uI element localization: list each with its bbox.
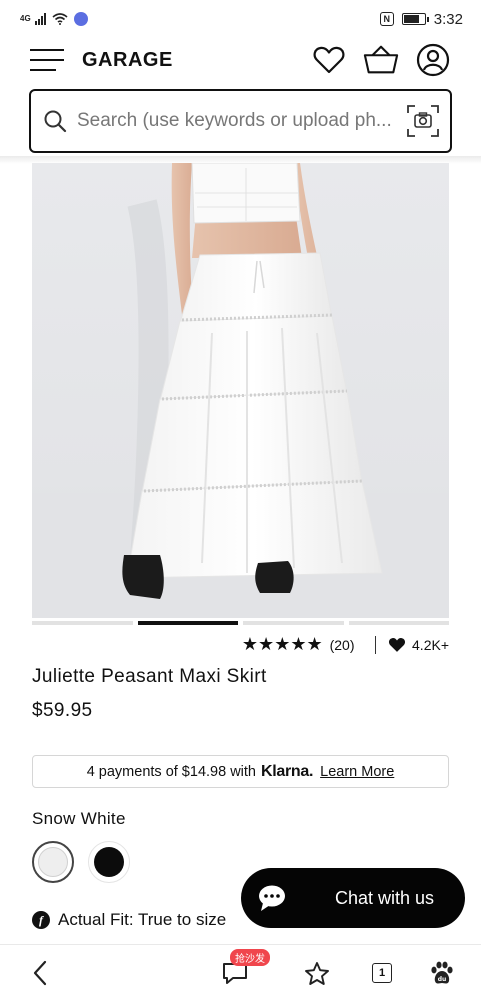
promo-badge: 抢沙发 bbox=[230, 949, 270, 966]
tab-count: 1 bbox=[372, 963, 392, 983]
chat-label: Chat with us bbox=[335, 887, 435, 908]
fit-label: Actual Fit: True to size bbox=[58, 910, 227, 929]
product-image[interactable] bbox=[32, 163, 449, 618]
status-right: N 3:32 bbox=[379, 10, 463, 28]
product-title: Juliette Peasant Maxi Skirt bbox=[32, 666, 267, 687]
klarna-text: 4 payments of $14.98 with bbox=[86, 763, 256, 780]
fit-info-icon: f bbox=[32, 911, 50, 929]
divider bbox=[374, 635, 377, 654]
site-header: GARAGE bbox=[0, 38, 481, 82]
chat-bubble-icon bbox=[257, 883, 287, 913]
comment-icon[interactable]: 抢沙发 bbox=[218, 949, 270, 991]
swatch-snow-white[interactable] bbox=[32, 841, 74, 883]
paw-icon[interactable]: du bbox=[428, 955, 456, 991]
klarna-logo: Klarna. bbox=[260, 762, 314, 780]
image-carousel-indicator bbox=[32, 621, 449, 625]
color-swatches bbox=[32, 841, 130, 883]
carousel-dot-active[interactable] bbox=[137, 621, 238, 625]
star-icon: ★ bbox=[274, 634, 290, 654]
star-icon[interactable] bbox=[302, 955, 332, 991]
network-type: 4G bbox=[20, 14, 31, 23]
svg-text:du: du bbox=[438, 976, 447, 983]
carousel-dot[interactable] bbox=[348, 621, 449, 625]
fit-info[interactable]: f Actual Fit: True to size bbox=[32, 910, 226, 930]
brand-logo[interactable]: GARAGE bbox=[82, 49, 173, 72]
product-photo bbox=[32, 163, 449, 618]
star-icon: ★ bbox=[258, 634, 274, 654]
klarna-banner: 4 payments of $14.98 with Klarna. Learn … bbox=[32, 755, 449, 788]
camera-search-icon[interactable] bbox=[406, 104, 440, 138]
chat-button[interactable]: Chat with us bbox=[241, 868, 465, 928]
account-icon[interactable] bbox=[415, 42, 451, 78]
back-icon[interactable] bbox=[26, 955, 54, 991]
search-icon bbox=[44, 110, 67, 133]
like-button[interactable]: 4.2K+ bbox=[388, 637, 449, 653]
heart-icon[interactable] bbox=[311, 42, 347, 78]
signal-icon bbox=[34, 13, 46, 25]
menu-icon[interactable] bbox=[30, 49, 64, 71]
klarna-learn-more-link[interactable]: Learn More bbox=[320, 764, 394, 780]
star-icon: ★ bbox=[290, 634, 306, 654]
status-time: 3:32 bbox=[433, 10, 463, 28]
heart-filled-icon bbox=[388, 637, 406, 652]
search-input[interactable] bbox=[77, 110, 406, 132]
header-icons bbox=[311, 42, 451, 78]
star-icon: ★ bbox=[241, 634, 258, 654]
wifi-icon bbox=[52, 13, 68, 25]
shopping-bag-icon[interactable] bbox=[363, 42, 399, 78]
rating-row: ★ ★ ★ ★ ★ (20) 4.2K+ bbox=[242, 634, 449, 655]
swatch-black[interactable] bbox=[88, 841, 130, 883]
like-count: 4.2K+ bbox=[412, 636, 449, 653]
star-icon: ★ bbox=[306, 634, 322, 654]
battery-icon bbox=[401, 13, 429, 25]
browser-bottom-bar: 抢沙发 1 du bbox=[0, 944, 481, 1000]
review-count[interactable]: (20) bbox=[330, 637, 355, 653]
carousel-dot[interactable] bbox=[243, 621, 344, 625]
search-bar[interactable] bbox=[29, 89, 452, 153]
status-bar: 4G N 3:32 bbox=[0, 0, 481, 38]
notification-app-icon bbox=[73, 12, 88, 26]
carousel-dot[interactable] bbox=[32, 621, 133, 625]
status-left: 4G bbox=[20, 12, 88, 26]
swatch-color bbox=[38, 847, 68, 877]
tabs-icon[interactable]: 1 bbox=[368, 955, 396, 991]
star-rating[interactable]: ★ ★ ★ ★ ★ bbox=[241, 634, 323, 655]
nfc-icon: N bbox=[379, 12, 394, 26]
product-price: $59.95 bbox=[32, 700, 93, 721]
swatch-color bbox=[94, 847, 124, 877]
battery-fill bbox=[403, 15, 419, 23]
selected-color-label: Snow White bbox=[32, 809, 126, 828]
